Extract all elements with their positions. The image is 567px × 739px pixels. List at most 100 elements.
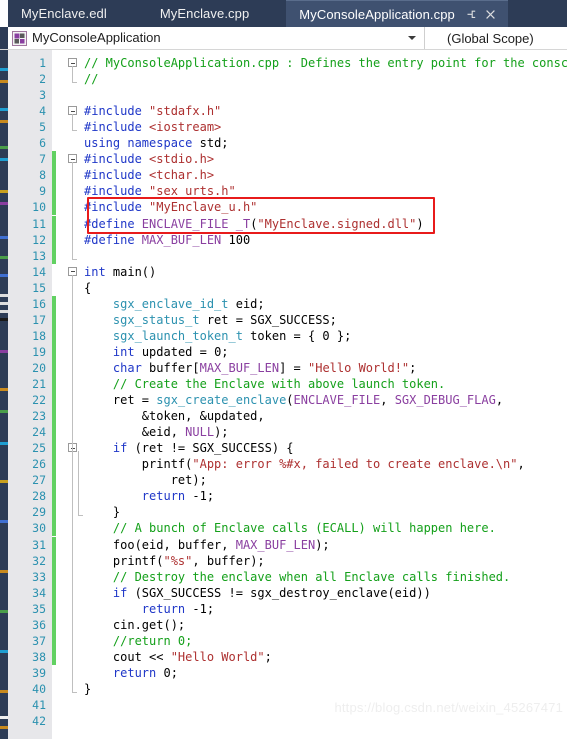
change-bar (52, 632, 56, 649)
code-line[interactable]: #include <iostream> (84, 119, 567, 135)
line-number-label: 6 (39, 136, 46, 151)
code-line[interactable]: return -1; (84, 488, 567, 504)
line-number: 6 (8, 135, 52, 151)
chevron-down-icon[interactable] (408, 36, 416, 40)
fold-and-change-gutter[interactable] (52, 50, 84, 739)
code-token: NULL (185, 425, 215, 440)
code-line-text: #define ENCLAVE_FILE _T("MyEnclave.signe… (84, 216, 424, 232)
code-line[interactable]: #define MAX_BUF_LEN 100 (84, 232, 567, 248)
watermark-text: https://blog.csdn.net/weixin_45267471 (334, 700, 563, 715)
code-line-text: ret); (84, 472, 207, 488)
code-line[interactable]: if (SGX_SUCCESS != sgx_destroy_enclave(e… (84, 585, 567, 601)
code-line[interactable]: &token, &updated, (84, 408, 567, 424)
code-line[interactable]: &eid, NULL); (84, 424, 567, 440)
code-line[interactable]: // (84, 71, 567, 87)
code-line[interactable]: return -1; (84, 601, 567, 617)
code-line[interactable]: cout << "Hello World"; (84, 649, 567, 665)
line-number-label: 41 (32, 698, 46, 712)
line-number: 9 (8, 183, 52, 199)
close-icon[interactable] (485, 9, 496, 20)
code-line[interactable]: #define ENCLAVE_FILE _T("MyEnclave.signe… (84, 216, 567, 232)
code-line[interactable]: // MyConsoleApplication.cpp : Defines th… (84, 55, 567, 71)
code-line[interactable]: //return 0; (84, 633, 567, 649)
code-line[interactable]: ret); (84, 472, 567, 488)
code-line[interactable]: if (ret != SGX_SUCCESS) { (84, 440, 567, 456)
tab-label: MyEnclave.edl (21, 6, 107, 21)
code-line-text: // Destroy the enclave when all Enclave … (84, 569, 510, 585)
code-line[interactable]: // Destroy the enclave when all Enclave … (84, 569, 567, 585)
code-line[interactable]: { (84, 280, 567, 296)
line-number: 35 (8, 601, 52, 617)
code-line[interactable]: #include "MyEnclave_u.h" (84, 199, 567, 215)
code-line[interactable] (84, 713, 567, 729)
code-editor[interactable]: 1 2 3 4 5 6 7 8 9 10 11 12 13 14 15 16 17 18 19 20 21 22 23 24 2… (0, 50, 567, 739)
code-line[interactable]: sgx_status_t ret = SGX_SUCCESS; (84, 312, 567, 328)
scope-selector-dropdown[interactable]: (Global Scope) (425, 27, 567, 49)
change-bar (52, 616, 56, 633)
line-number: 2 (8, 71, 52, 87)
code-token: MAX_BUF_LEN (235, 537, 316, 552)
code-line[interactable] (84, 248, 567, 264)
scrollbar-map-mark (0, 68, 8, 71)
line-number-label: 22 (32, 393, 46, 408)
code-line[interactable]: #include <stdio.h> (84, 151, 567, 167)
line-number: 13 (8, 248, 52, 264)
line-number-label: 34 (32, 585, 46, 600)
line-number: 31 (8, 537, 52, 553)
code-line-text: #include "stdafx.h" (84, 103, 221, 119)
code-line[interactable]: } (84, 504, 567, 520)
code-line[interactable]: cin.get(); (84, 617, 567, 633)
structure-guide-line (72, 114, 73, 131)
line-number: 29 (8, 504, 52, 520)
code-line[interactable]: return 0; (84, 665, 567, 681)
change-bar (52, 488, 56, 505)
tab-myconsoleapplication-cpp[interactable]: MyConsoleApplication.cpp (286, 0, 508, 27)
code-line[interactable]: #include <tchar.h> (84, 167, 567, 183)
code-line[interactable]: foo(eid, buffer, MAX_BUF_LEN); (84, 537, 567, 553)
line-number: 22 (8, 392, 52, 408)
code-line[interactable]: sgx_launch_token_t token = { 0 }; (84, 328, 567, 344)
scrollbar-map-margin[interactable] (0, 50, 8, 739)
code-line[interactable]: int updated = 0; (84, 344, 567, 360)
scrollbar-map-mark (0, 442, 8, 445)
code-text-area[interactable]: // MyConsoleApplication.cpp : Defines th… (84, 50, 567, 739)
scrollbar-map-mark (0, 610, 8, 613)
code-line[interactable]: printf("%s", buffer); (84, 553, 567, 569)
code-line[interactable]: int main() (84, 264, 567, 280)
tab-strip-left-edge (0, 0, 8, 27)
tab-myenclave-edl[interactable]: MyEnclave.edl (8, 0, 119, 27)
code-line[interactable]: printf("App: error %#x, failed to create… (84, 456, 567, 472)
change-bar (52, 343, 56, 360)
change-bar (52, 199, 56, 216)
code-line[interactable]: #include "sex_urts.h" (84, 183, 567, 199)
code-line[interactable]: ret = sgx_create_enclave(ENCLAVE_FILE, S… (84, 392, 567, 408)
code-token: <iostream> (149, 120, 222, 135)
code-line-text: &eid, NULL); (84, 424, 229, 440)
scrollbar-map-mark (0, 310, 8, 313)
code-line[interactable]: // Create the Enclave with above launch … (84, 376, 567, 392)
tab-myenclave-cpp[interactable]: MyEnclave.cpp (118, 0, 262, 27)
line-number-label: 29 (32, 505, 46, 520)
code-line[interactable]: using namespace std; (84, 135, 567, 151)
code-token: } (84, 681, 92, 696)
scrollbar-map-mark (0, 190, 8, 193)
line-number: 8 (8, 167, 52, 183)
change-bar (52, 392, 56, 409)
code-token: ENCLAVE_FILE (141, 216, 229, 231)
structure-guide-end (72, 130, 77, 132)
code-line[interactable]: } (84, 681, 567, 697)
code-line[interactable]: char buffer[MAX_BUF_LEN] = "Hello World!… (84, 360, 567, 376)
code-line[interactable]: #include "stdafx.h" (84, 103, 567, 119)
code-line[interactable] (84, 87, 567, 103)
pin-icon[interactable] (466, 9, 477, 20)
code-line[interactable]: sgx_enclave_id_t eid; (84, 296, 567, 312)
code-line-text: ret = sgx_create_enclave(ENCLAVE_FILE, S… (84, 392, 503, 408)
project-selector-dropdown[interactable]: MyConsoleApplication (8, 27, 425, 49)
code-line-text: using namespace std; (84, 135, 229, 151)
line-number-label: 35 (32, 601, 46, 616)
code-line[interactable]: // A bunch of Enclave calls (ECALL) will… (84, 520, 567, 536)
code-line-text: #include <tchar.h> (84, 167, 214, 183)
